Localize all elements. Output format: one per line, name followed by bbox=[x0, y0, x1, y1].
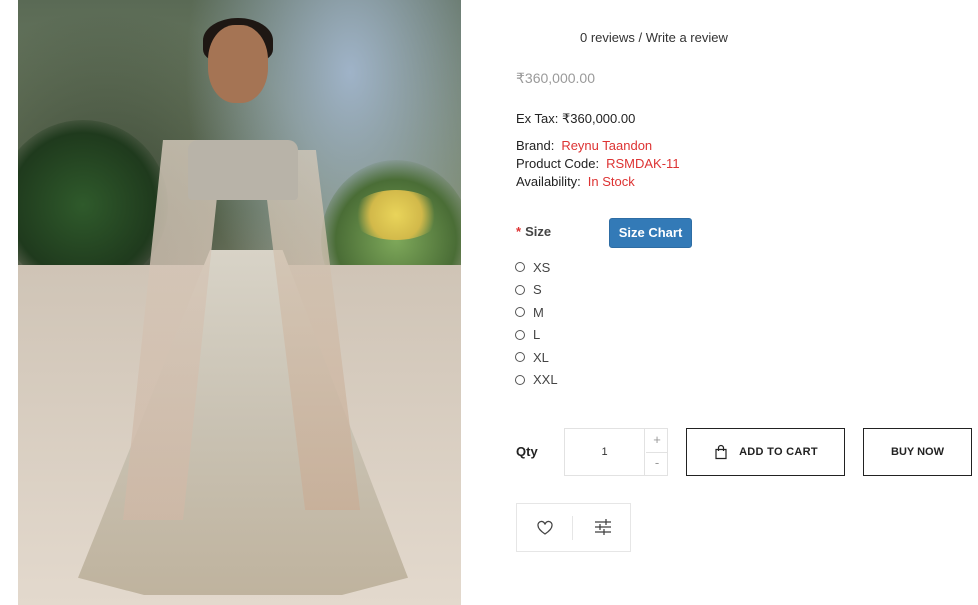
size-chart-button[interactable]: Size Chart bbox=[609, 218, 692, 248]
qty-increase-button[interactable]: + bbox=[646, 429, 668, 453]
size-option-l[interactable]: L bbox=[515, 324, 558, 347]
actions-divider bbox=[572, 516, 573, 540]
radio-icon[interactable] bbox=[515, 307, 525, 318]
brand-row: Brand: Reynu Taandon bbox=[516, 138, 652, 153]
sliders-icon[interactable] bbox=[593, 517, 613, 537]
buy-now-button[interactable]: BUY NOW bbox=[863, 428, 972, 476]
size-option-s[interactable]: S bbox=[515, 279, 558, 302]
product-code-row: Product Code: RSMDAK-11 bbox=[516, 156, 680, 171]
product-actions bbox=[516, 503, 631, 552]
add-to-cart-button[interactable]: ADD TO CART bbox=[686, 428, 845, 476]
brand-link[interactable]: Reynu Taandon bbox=[561, 138, 652, 153]
product-image[interactable] bbox=[18, 0, 461, 605]
product-code-label: Product Code: bbox=[516, 156, 600, 171]
radio-icon[interactable] bbox=[515, 374, 525, 385]
brand-label: Brand: bbox=[516, 138, 555, 153]
size-option-label: XL bbox=[533, 349, 549, 365]
size-option-label: M bbox=[533, 304, 544, 320]
size-options: XS S M L XL XXL bbox=[515, 256, 558, 391]
add-to-cart-label: ADD TO CART bbox=[739, 446, 818, 458]
size-option-xxl[interactable]: XXL bbox=[515, 369, 558, 392]
qty-decrease-button[interactable]: - bbox=[646, 452, 668, 475]
size-option-label: XXL bbox=[533, 372, 558, 388]
ex-tax-price: Ex Tax: ₹360,000.00 bbox=[516, 111, 636, 126]
radio-icon[interactable] bbox=[515, 329, 525, 340]
product-code-value: RSMDAK-11 bbox=[606, 156, 680, 171]
image-model-head bbox=[208, 25, 268, 103]
qty-label: Qty bbox=[516, 444, 538, 459]
reviews-link[interactable]: 0 reviews / Write a review bbox=[580, 30, 728, 45]
radio-icon[interactable] bbox=[515, 284, 525, 295]
size-option-label: L bbox=[533, 327, 541, 343]
size-option-label: XS bbox=[533, 259, 551, 275]
required-mark: * bbox=[516, 224, 522, 239]
size-option-xl[interactable]: XL bbox=[515, 346, 558, 369]
availability-row: Availability: In Stock bbox=[516, 174, 635, 189]
size-option-m[interactable]: M bbox=[515, 301, 558, 324]
radio-icon[interactable] bbox=[515, 262, 525, 273]
availability-label: Availability: bbox=[516, 174, 581, 189]
image-flowers bbox=[351, 190, 441, 240]
size-option-xs[interactable]: XS bbox=[515, 256, 558, 279]
heart-icon[interactable] bbox=[535, 518, 555, 538]
size-label-text: Size bbox=[525, 224, 552, 239]
qty-input[interactable] bbox=[565, 429, 645, 475]
size-option-label: S bbox=[533, 282, 542, 298]
radio-icon[interactable] bbox=[515, 352, 525, 363]
size-label: * Size bbox=[516, 224, 551, 239]
product-price: ₹360,000.00 bbox=[516, 70, 595, 86]
shopping-bag-icon bbox=[715, 444, 727, 460]
image-model-top bbox=[188, 140, 298, 200]
qty-stepper: + - bbox=[564, 428, 668, 476]
availability-value: In Stock bbox=[587, 174, 635, 189]
